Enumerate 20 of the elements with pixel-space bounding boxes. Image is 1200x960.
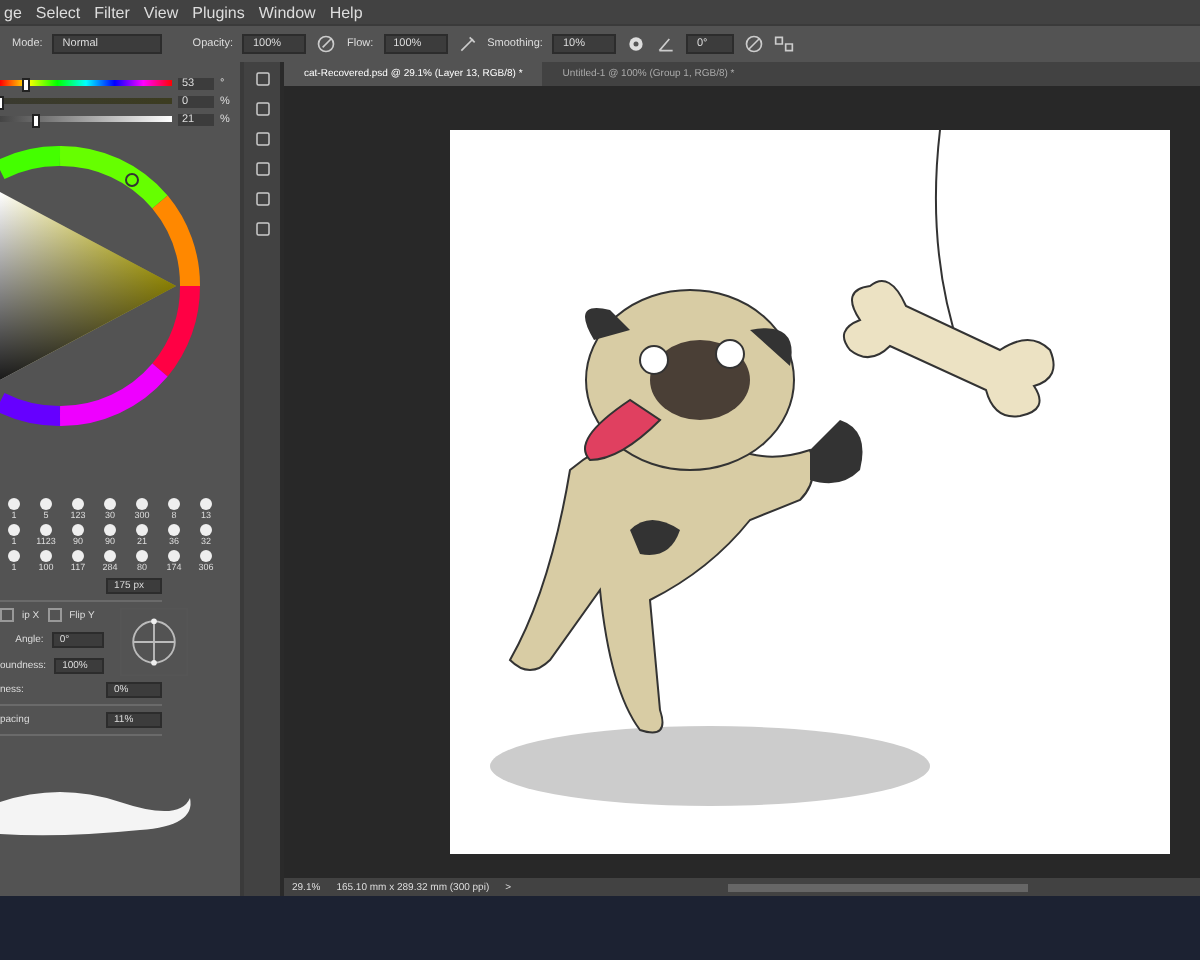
menu-item[interactable]: Filter [94,3,130,21]
menu-item[interactable]: ge [4,3,22,21]
slider-thumb[interactable] [21,78,30,92]
document-canvas[interactable] [450,130,1170,854]
checkbox[interactable] [0,608,14,622]
slider-thumb[interactable] [32,114,41,128]
angle-icon [656,34,677,54]
color-slider[interactable] [0,98,172,104]
scrollbar-thumb[interactable] [727,883,1028,891]
menu-item[interactable]: View [143,3,179,21]
symmetry-icon[interactable] [774,34,795,54]
menu-item[interactable]: Plugins [192,3,245,21]
menu-item[interactable]: Select [35,3,81,21]
airbrush-icon[interactable] [457,34,478,54]
checkbox[interactable] [47,608,62,622]
color-slider[interactable] [0,80,172,86]
color-slider[interactable] [0,116,172,122]
settings-icon[interactable] [626,34,647,54]
menu-item[interactable]: Help [329,3,363,21]
menu-item[interactable]: Window [258,3,316,21]
